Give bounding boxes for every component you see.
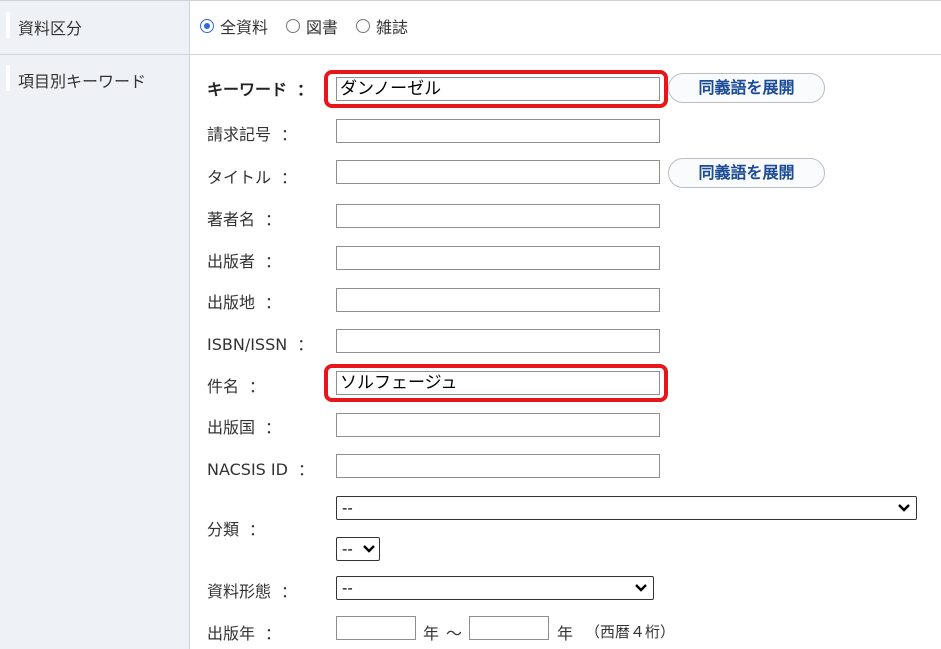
title-label: タイトル： [207,168,298,187]
nacsis-input[interactable] [336,454,660,478]
chevron-down-icon [898,504,910,512]
radio-journals[interactable] [356,19,371,33]
chevron-down-icon [635,584,647,592]
keyword-section-header: 項目別キーワード [0,55,190,649]
isbn-input[interactable] [336,329,660,353]
country-label: 出版国： [207,418,282,437]
classification-sub-select[interactable]: -- [336,537,380,561]
pub-year-to-input[interactable] [469,616,549,640]
expand-synonyms-keyword-button[interactable]: 同義語を展開 [668,73,825,103]
call-number-label: 請求記号： [207,125,298,144]
keyword-input[interactable]: ダンノーゼル [336,77,660,101]
keyword-section-label: 項目別キーワード [18,72,147,91]
pub-year-tilde: ～ [446,624,463,643]
material-form-select[interactable]: -- [336,576,654,600]
pub-year-label: 出版年： [207,624,282,643]
nacsis-label: NACSIS ID： [207,460,314,479]
pub-year-from-suffix: 年 [423,624,440,643]
classification-sub-select-value: -- [342,540,353,558]
place-label: 出版地： [207,293,282,312]
material-form-select-value: -- [342,579,353,597]
pub-year-note: （西暦４桁） [585,623,676,641]
material-type-radios: 全資料 図書 雑誌 [200,14,420,38]
author-label: 著者名： [207,210,282,229]
chevron-down-icon [363,545,375,553]
expand-synonyms-title-button[interactable]: 同義語を展開 [668,158,825,188]
isbn-label: ISBN/ISSN： [207,335,314,354]
radio-all-label[interactable]: 全資料 [220,14,268,38]
material-type-header: 資料区分 [0,0,190,54]
material-type-label: 資料区分 [18,19,83,38]
radio-books[interactable] [286,19,301,33]
title-input[interactable] [336,160,660,184]
subject-label: 件名： [207,377,266,396]
classification-label: 分類： [207,520,266,539]
publisher-input[interactable] [336,246,660,270]
call-number-input[interactable] [336,119,660,143]
publisher-label: 出版者： [207,252,282,271]
pub-year-to-suffix: 年 [557,624,574,643]
radio-books-label[interactable]: 図書 [306,14,338,38]
radio-all[interactable] [200,19,214,33]
author-input[interactable] [336,204,660,228]
place-input[interactable] [336,288,660,312]
country-input[interactable] [336,413,660,437]
radio-journals-label[interactable]: 雑誌 [376,14,408,38]
material-form-label: 資料形態： [207,582,298,601]
classification-select[interactable]: -- [336,496,917,520]
keyword-label: キーワード： [207,80,314,99]
pub-year-from-input[interactable] [336,616,416,640]
classification-select-value: -- [342,499,353,517]
subject-input[interactable]: ソルフェージュ [336,371,660,395]
